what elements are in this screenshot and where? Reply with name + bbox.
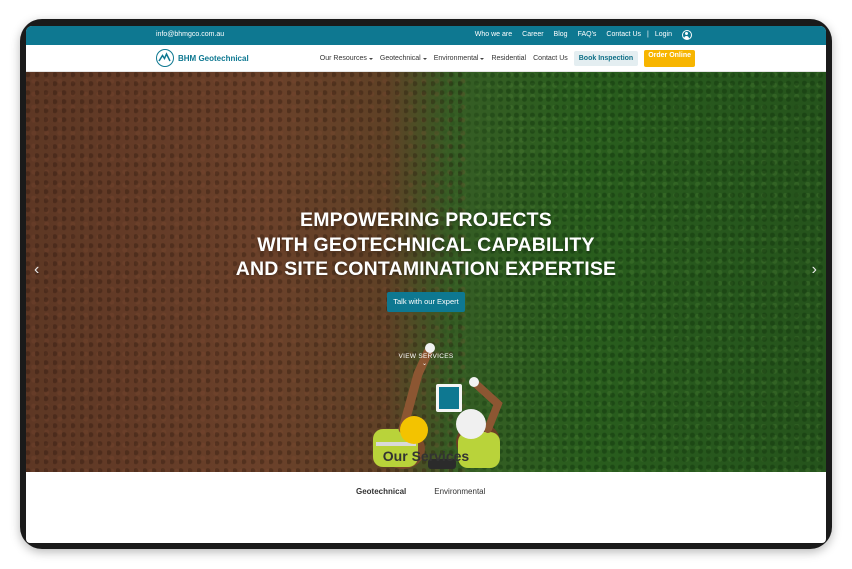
- email-link[interactable]: info@bhmgco.com.au: [156, 31, 224, 38]
- logo-text: BHM Geotechnical: [178, 53, 249, 63]
- chevron-left-icon[interactable]: ‹: [34, 262, 39, 278]
- tab-environmental[interactable]: Environmental: [434, 487, 485, 496]
- nav-item-residential[interactable]: Residential: [491, 55, 526, 62]
- nav-item-label: Environmental: [433, 55, 479, 62]
- caret-down-icon: [422, 57, 427, 60]
- mountain-logo-icon: [156, 49, 174, 67]
- caret-down-icon: [480, 57, 485, 60]
- caret-down-icon: [368, 57, 373, 60]
- link-faqs[interactable]: FAQ's: [578, 29, 597, 41]
- hero-title-line: WITH GEOTECHNICAL CAPABILITY: [257, 233, 595, 256]
- book-inspection-button[interactable]: Book Inspection: [573, 51, 639, 66]
- top-bar: info@bhmgco.com.au Who we are Career Blo…: [26, 26, 826, 45]
- chevron-down-icon[interactable]: ⌄: [422, 360, 427, 367]
- nav-item-label: Geotechnical: [379, 55, 421, 62]
- services-tabs: Geotechnical Environmental: [356, 487, 513, 496]
- user-icon[interactable]: [682, 30, 692, 40]
- services-title: Our Services: [382, 448, 470, 464]
- link-career[interactable]: Career: [522, 29, 543, 41]
- hero-title-line: AND SITE CONTAMINATION EXPERTISE: [235, 258, 617, 280]
- link-blog[interactable]: Blog: [554, 29, 568, 41]
- hero-title-line: EMPOWERING PROJECTS: [300, 209, 552, 231]
- link-contact-us-top[interactable]: Contact Us: [606, 29, 641, 41]
- view-services-link[interactable]: VIEW SERVICES: [26, 353, 826, 360]
- logo[interactable]: BHM Geotechnical: [156, 49, 249, 67]
- tab-geotechnical[interactable]: Geotechnical: [356, 487, 406, 496]
- hero-title: EMPOWERING PROJECTS WITH GEOTECHNICAL CA…: [26, 208, 826, 282]
- browser-screen: info@bhmgco.com.au Who we are Career Blo…: [26, 26, 826, 543]
- main-nav: BHM Geotechnical Our Resources Geotechni…: [26, 45, 826, 72]
- link-login[interactable]: Login: [655, 29, 672, 41]
- nav-item-our-resources[interactable]: Our Resources: [320, 55, 373, 62]
- hero-banner: EMPOWERING PROJECTS WITH GEOTECHNICAL CA…: [26, 72, 826, 472]
- top-separator: |: [647, 31, 649, 38]
- nav-item-label: Contact Us: [533, 55, 568, 62]
- nav-item-contact-us[interactable]: Contact Us: [533, 55, 568, 62]
- talk-with-expert-button[interactable]: Talk with our Expert: [387, 292, 465, 312]
- order-online-button[interactable]: Order Online: [644, 50, 695, 67]
- nav-menu: Our Resources Geotechnical Environmental…: [313, 50, 695, 67]
- nav-item-label: Our Resources: [319, 55, 367, 62]
- nav-item-environmental[interactable]: Environmental: [434, 55, 485, 62]
- nav-item-geotechnical[interactable]: Geotechnical: [380, 55, 427, 62]
- nav-item-label: Residential: [491, 55, 527, 62]
- link-who-we-are[interactable]: Who we are: [475, 29, 512, 41]
- chevron-right-icon[interactable]: ›: [812, 262, 817, 278]
- top-links: Who we are Career Blog FAQ's Contact Us …: [465, 29, 692, 41]
